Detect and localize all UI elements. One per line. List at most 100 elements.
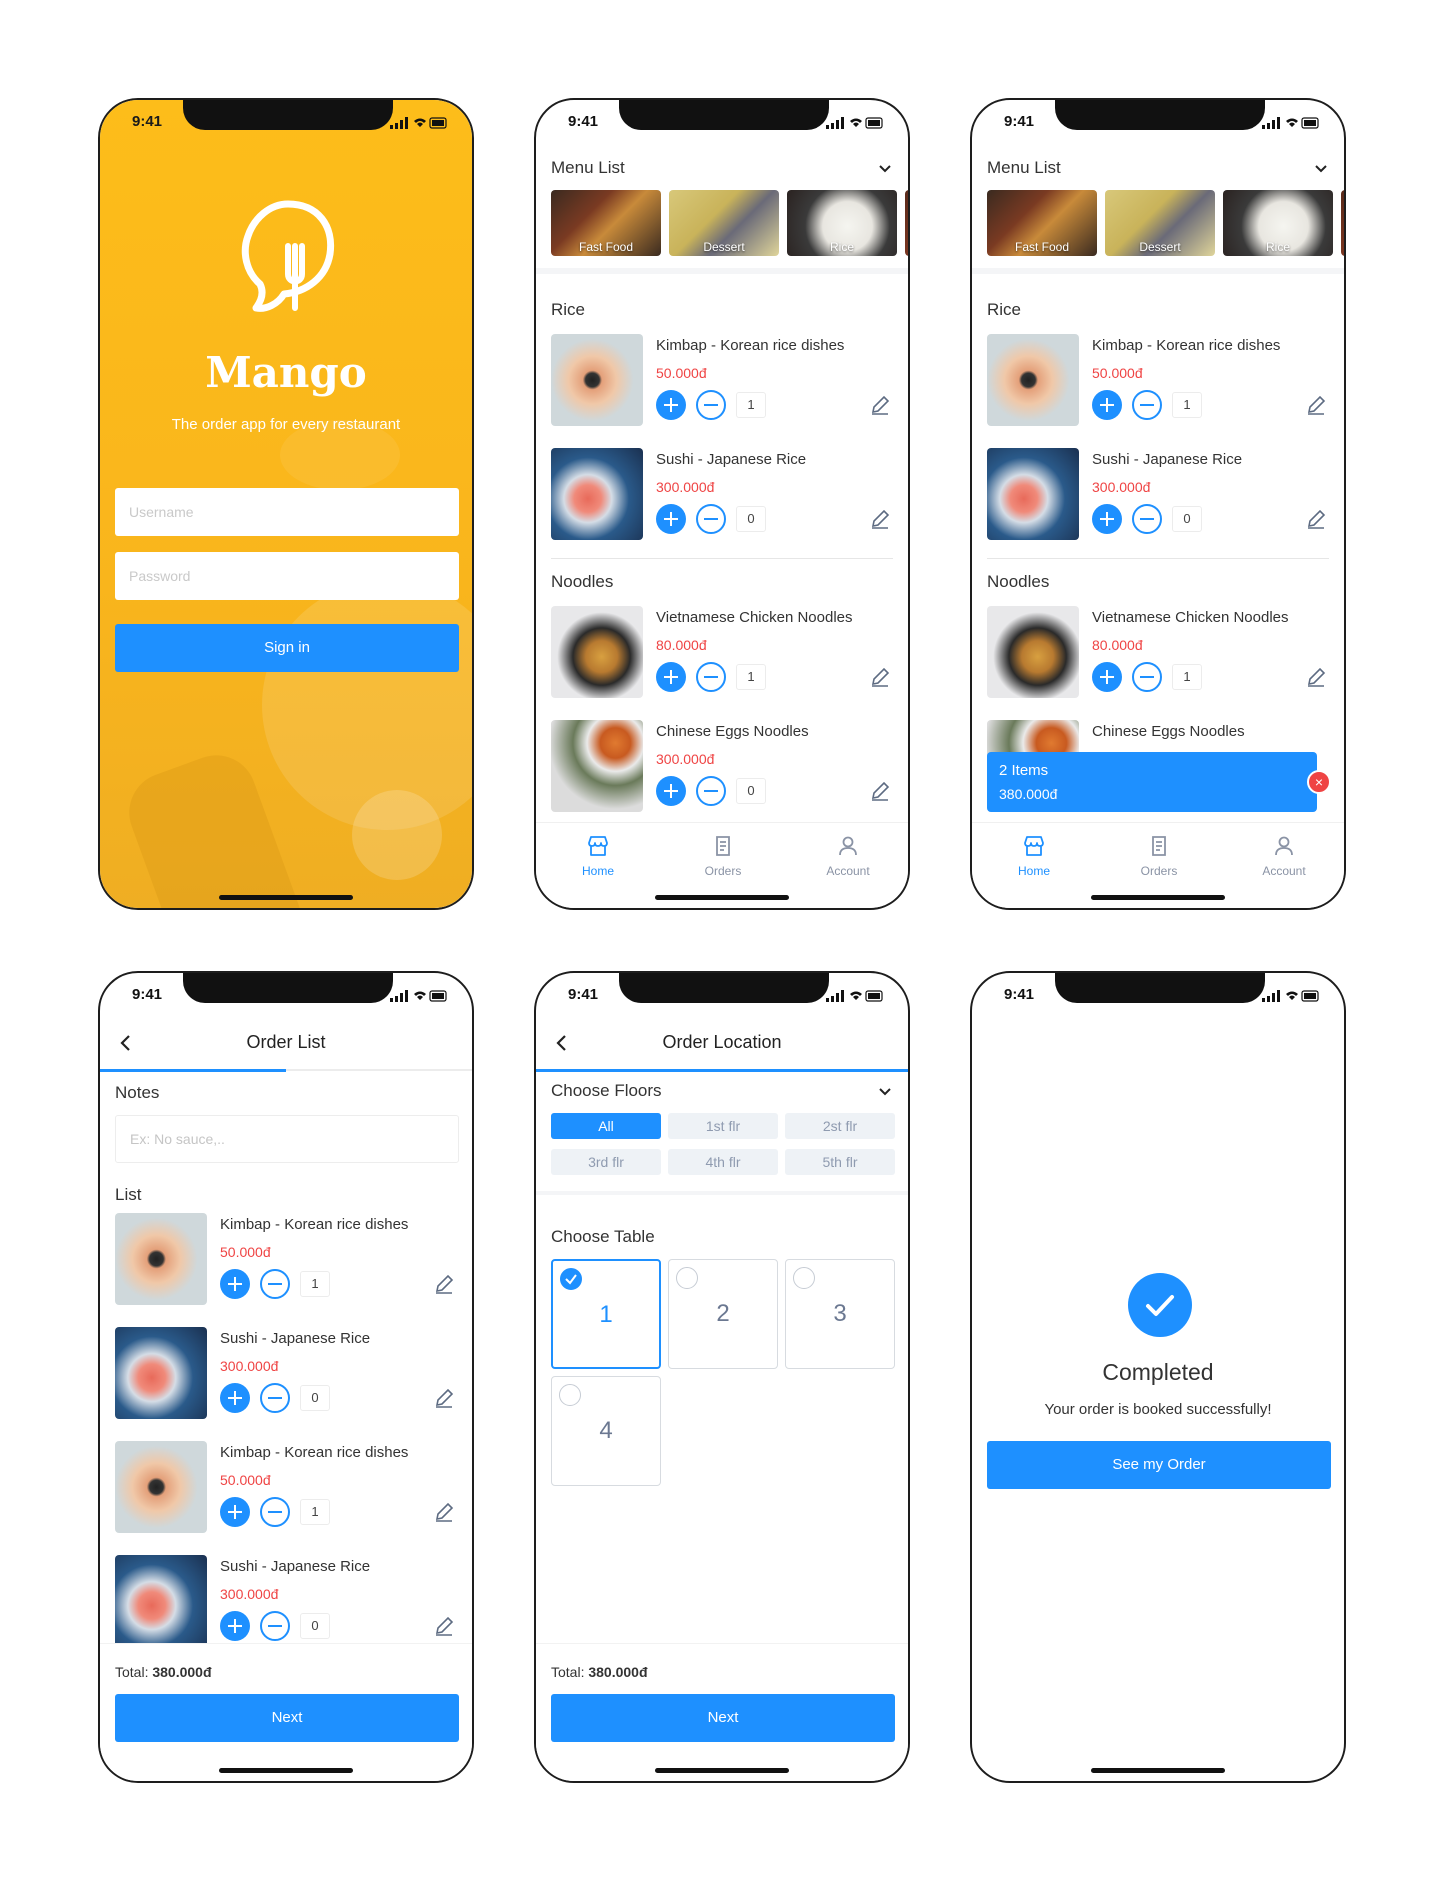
remove-button[interactable] (260, 1497, 290, 1527)
table-option-1[interactable]: 1 (551, 1259, 661, 1369)
home-indicator (219, 1768, 353, 1773)
food-thumbnail (551, 448, 643, 540)
radio-icon (559, 1384, 581, 1406)
remove-button[interactable] (1132, 504, 1162, 534)
home-indicator (1091, 895, 1225, 900)
edit-icon[interactable] (1305, 394, 1327, 416)
add-button[interactable] (220, 1611, 250, 1641)
edit-icon[interactable] (433, 1273, 455, 1295)
edit-icon[interactable] (1305, 508, 1327, 530)
quantity-field[interactable]: 0 (300, 1385, 330, 1411)
remove-button[interactable] (696, 662, 726, 692)
quantity-field[interactable]: 1 (300, 1271, 330, 1297)
floor-chip-5th[interactable]: 5th flr (785, 1149, 895, 1175)
remove-button[interactable] (1132, 662, 1162, 692)
quantity-field[interactable]: 1 (1172, 392, 1202, 418)
table-option-4[interactable]: 4 (551, 1376, 661, 1486)
quantity-field[interactable]: 0 (300, 1613, 330, 1639)
chevron-down-icon[interactable] (1313, 161, 1329, 177)
category-rice[interactable]: Rice (1223, 190, 1333, 256)
quantity-field[interactable]: 0 (1172, 506, 1202, 532)
quantity-field[interactable]: 1 (300, 1499, 330, 1525)
password-input[interactable] (115, 552, 459, 600)
tab-account[interactable]: Account (1239, 835, 1329, 878)
edit-icon[interactable] (869, 666, 891, 688)
item-price: 50.000đ (1092, 365, 1143, 381)
edit-icon[interactable] (869, 508, 891, 530)
edit-icon[interactable] (433, 1387, 455, 1409)
quantity-field[interactable]: 1 (1172, 664, 1202, 690)
quantity-field[interactable]: 0 (736, 506, 766, 532)
menu-header[interactable]: Menu List (551, 158, 893, 182)
order-list-screen: 9:41 Order List Notes List Kimbap - Kore… (98, 971, 474, 1783)
add-button[interactable] (1092, 390, 1122, 420)
category-more[interactable] (905, 190, 908, 256)
username-input[interactable] (115, 488, 459, 536)
category-carousel[interactable]: Fast Food Dessert Rice (551, 190, 908, 256)
add-button[interactable] (656, 504, 686, 534)
floor-chip-all[interactable]: All (551, 1113, 661, 1139)
chevron-down-icon[interactable] (877, 1084, 893, 1100)
sign-in-button[interactable]: Sign in (115, 624, 459, 672)
divider (987, 558, 1329, 559)
remove-button[interactable] (260, 1269, 290, 1299)
mango-logo-icon (238, 196, 338, 321)
see-my-order-button[interactable]: See my Order (987, 1441, 1331, 1489)
add-button[interactable] (656, 662, 686, 692)
add-button[interactable] (1092, 504, 1122, 534)
category-fast-food[interactable]: Fast Food (987, 190, 1097, 256)
menu-list-cart-screen: 9:41 Menu List Fast Food Dessert Rice Ri… (970, 98, 1346, 910)
category-more[interactable] (1341, 190, 1344, 256)
edit-icon[interactable] (433, 1615, 455, 1637)
section-title-noodles: Noodles (551, 572, 614, 591)
menu-header[interactable]: Menu List (987, 158, 1329, 182)
chevron-down-icon[interactable] (877, 161, 893, 177)
floor-chip-4th[interactable]: 4th flr (668, 1149, 778, 1175)
notes-input[interactable] (115, 1115, 459, 1163)
quantity-field[interactable]: 0 (736, 778, 766, 804)
item-name: Kimbap - Korean rice dishes (656, 337, 845, 354)
add-button[interactable] (220, 1269, 250, 1299)
category-fast-food[interactable]: Fast Food (551, 190, 661, 256)
category-dessert[interactable]: Dessert (1105, 190, 1215, 256)
category-carousel[interactable]: Fast Food Dessert Rice (987, 190, 1344, 256)
remove-button[interactable] (260, 1383, 290, 1413)
menu-title: Menu List (551, 158, 625, 177)
floor-chip-3rd[interactable]: 3rd flr (551, 1149, 661, 1175)
edit-icon[interactable] (433, 1501, 455, 1523)
category-rice[interactable]: Rice (787, 190, 897, 256)
add-button[interactable] (220, 1383, 250, 1413)
user-icon (839, 836, 857, 856)
order-item: Sushi - Japanese Rice 300.000đ 0 (115, 1327, 457, 1423)
add-button[interactable] (220, 1497, 250, 1527)
remove-button[interactable] (696, 776, 726, 806)
quantity-field[interactable]: 1 (736, 664, 766, 690)
floor-chip-2st[interactable]: 2st flr (785, 1113, 895, 1139)
remove-button[interactable] (1132, 390, 1162, 420)
table-option-2[interactable]: 2 (668, 1259, 778, 1369)
add-button[interactable] (656, 390, 686, 420)
tab-orders[interactable]: Orders (678, 835, 768, 878)
remove-button[interactable] (696, 390, 726, 420)
tab-account[interactable]: Account (803, 835, 893, 878)
close-icon[interactable]: × (1307, 770, 1331, 794)
floors-header[interactable]: Choose Floors (551, 1081, 893, 1105)
add-button[interactable] (656, 776, 686, 806)
remove-button[interactable] (260, 1611, 290, 1641)
quantity-field[interactable]: 1 (736, 392, 766, 418)
category-dessert[interactable]: Dessert (669, 190, 779, 256)
add-button[interactable] (1092, 662, 1122, 692)
order-items-list[interactable]: Kimbap - Korean rice dishes 50.000đ 1 Su… (100, 1213, 472, 1643)
edit-icon[interactable] (869, 780, 891, 802)
cart-summary-bar[interactable]: 2 Items 380.000đ × (987, 752, 1331, 812)
floor-chip-1st[interactable]: 1st flr (668, 1113, 778, 1139)
tab-home[interactable]: Home (989, 835, 1079, 878)
remove-button[interactable] (696, 504, 726, 534)
next-button[interactable]: Next (115, 1694, 459, 1742)
edit-icon[interactable] (1305, 666, 1327, 688)
tab-orders[interactable]: Orders (1114, 835, 1204, 878)
tab-home[interactable]: Home (553, 835, 643, 878)
edit-icon[interactable] (869, 394, 891, 416)
next-button[interactable]: Next (551, 1694, 895, 1742)
table-option-3[interactable]: 3 (785, 1259, 895, 1369)
